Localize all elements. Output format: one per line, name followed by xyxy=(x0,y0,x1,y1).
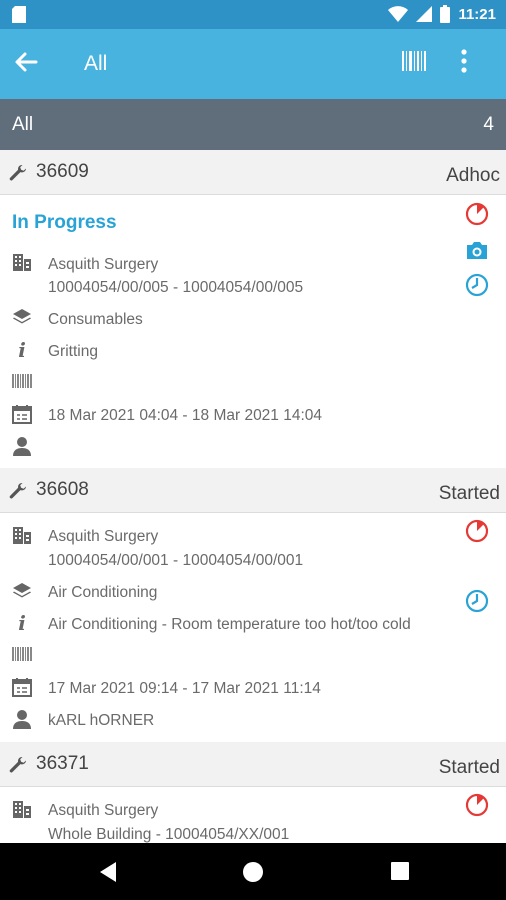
job-card[interactable]: 36609 Adhoc In Progress Asquith Surgery … xyxy=(0,150,506,468)
battery-icon xyxy=(440,5,451,23)
timer-alert-icon[interactable] xyxy=(464,518,490,544)
job-dates: 17 Mar 2021 09:14 - 17 Mar 2021 11:14 xyxy=(48,680,321,697)
job-header[interactable]: 36371 Started xyxy=(0,742,506,787)
job-dates: 18 Mar 2021 04:04 - 18 Mar 2021 14:04 xyxy=(48,407,323,424)
wifi-icon xyxy=(388,6,409,22)
timer-alert-icon[interactable] xyxy=(464,201,490,227)
layers-icon xyxy=(11,306,33,328)
job-assignee: kARL hORNER xyxy=(48,712,155,729)
barcode-icon xyxy=(11,370,33,392)
job-body[interactable]: In Progress Asquith Surgery 10004054/00/… xyxy=(0,195,506,468)
page-title: All xyxy=(84,52,108,75)
layers-icon xyxy=(11,580,33,602)
nav-home-icon[interactable] xyxy=(242,861,264,883)
job-category: Consumables xyxy=(48,311,143,328)
app-bar: All xyxy=(0,29,506,99)
barcode-icon xyxy=(11,643,33,665)
nav-back-icon[interactable] xyxy=(98,861,118,883)
clock-icon[interactable] xyxy=(464,588,490,614)
wrench-icon xyxy=(9,164,26,181)
status-bar: 11:21 xyxy=(0,0,506,29)
clock-icon[interactable] xyxy=(464,272,490,298)
job-state: Adhoc xyxy=(446,165,500,186)
building-icon xyxy=(11,798,33,820)
camera-icon[interactable] xyxy=(464,237,490,263)
job-number: 36609 xyxy=(36,161,89,182)
section-header: All 4 xyxy=(0,99,506,150)
section-count: 4 xyxy=(483,114,494,135)
job-site: Asquith Surgery xyxy=(48,528,159,545)
job-number: 36608 xyxy=(36,479,89,500)
calendar-icon xyxy=(11,403,33,425)
wrench-icon xyxy=(9,482,26,499)
building-icon xyxy=(11,251,33,273)
job-state: Started xyxy=(438,757,500,778)
info-icon: i xyxy=(18,611,26,635)
calendar-icon xyxy=(11,676,33,698)
timer-alert-icon[interactable] xyxy=(464,792,490,818)
job-description: Air Conditioning - Room temperature too … xyxy=(48,616,411,633)
job-site: Asquith Surgery xyxy=(48,256,159,273)
info-icon: i xyxy=(18,338,26,362)
clock-time: 11:21 xyxy=(458,5,496,23)
nav-recents-icon[interactable] xyxy=(390,861,410,881)
more-vert-icon[interactable] xyxy=(461,49,467,73)
sd-card-icon xyxy=(12,6,26,23)
job-location: Whole Building - 10004054/XX/001 xyxy=(48,826,290,843)
section-label: All xyxy=(12,114,34,135)
job-body[interactable]: Asquith Surgery Whole Building - 1000405… xyxy=(0,787,506,843)
job-state: Started xyxy=(438,483,500,504)
job-header[interactable]: 36609 Adhoc xyxy=(0,150,506,195)
job-card[interactable]: 36608 Started Asquith Surgery 10004054/0… xyxy=(0,468,506,742)
job-description: Gritting xyxy=(48,343,98,360)
barcode-scanner-icon[interactable] xyxy=(402,51,426,71)
signal-icon xyxy=(416,6,433,22)
wrench-icon xyxy=(9,756,26,773)
job-location: 10004054/00/001 - 10004054/00/001 xyxy=(48,552,304,569)
job-list[interactable]: 36609 Adhoc In Progress Asquith Surgery … xyxy=(0,150,506,843)
job-body[interactable]: Asquith Surgery 10004054/00/001 - 100040… xyxy=(0,513,506,742)
building-icon xyxy=(11,524,33,546)
person-icon xyxy=(11,708,33,730)
navigation-bar xyxy=(0,843,506,900)
job-location: 10004054/00/005 - 10004054/00/005 xyxy=(48,279,304,296)
job-card[interactable]: 36371 Started Asquith Surgery Whole Buil… xyxy=(0,742,506,843)
job-status: In Progress xyxy=(12,212,117,233)
job-category: Air Conditioning xyxy=(48,584,158,601)
job-header[interactable]: 36608 Started xyxy=(0,468,506,513)
job-site: Asquith Surgery xyxy=(48,802,159,819)
person-icon xyxy=(11,435,33,457)
job-number: 36371 xyxy=(36,753,89,774)
back-arrow-icon[interactable] xyxy=(14,51,38,73)
